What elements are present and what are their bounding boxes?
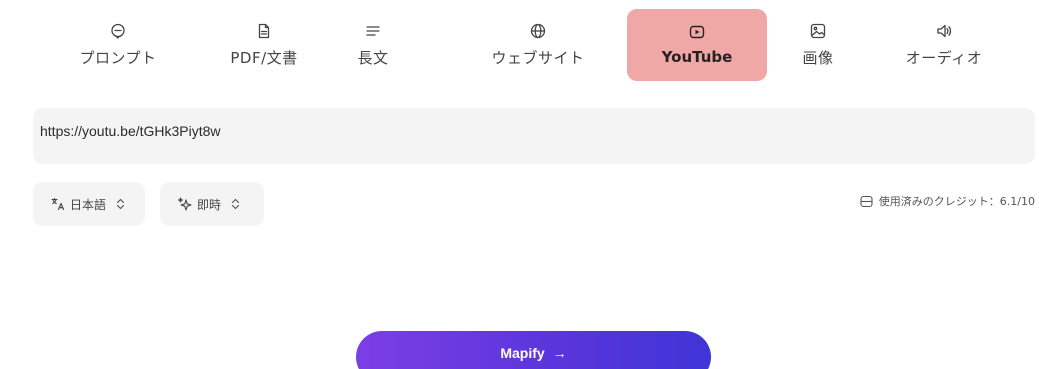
mapify-input-panel: プロンプト PDF/文書 長文 ウェブサイト YouTube 画像 オーディオ … — [0, 0, 1039, 369]
tab-website-label: ウェブサイト — [491, 48, 585, 67]
tab-website[interactable]: ウェブサイト — [469, 9, 607, 81]
globe-icon — [530, 23, 546, 39]
tab-pdf-label: PDF/文書 — [230, 48, 298, 67]
credits-text: 使用済みのクレジット：6.1/10 — [878, 195, 1035, 208]
chevron-up-down-icon — [231, 198, 240, 210]
mapify-button[interactable]: Mapify → — [356, 331, 711, 369]
message-circle-icon — [110, 23, 126, 39]
credits-used: 使用済みのクレジット：6.1/10 — [860, 193, 1035, 209]
tab-image-label: 画像 — [802, 48, 834, 67]
arrow-right-icon: → — [552, 345, 567, 361]
tab-prompt[interactable]: プロンプト — [54, 9, 182, 81]
tab-youtube[interactable]: YouTube — [627, 9, 767, 81]
coin-stack-icon — [860, 195, 873, 208]
tab-youtube-label: YouTube — [661, 48, 733, 66]
play-icon — [689, 24, 705, 40]
tab-audio[interactable]: オーディオ — [876, 9, 1012, 81]
language-select[interactable]: 日本語 — [33, 182, 145, 226]
mode-select[interactable]: 即時 — [160, 182, 264, 226]
text-lines-icon — [365, 23, 381, 39]
translate-icon — [51, 197, 65, 211]
mode-select-value: 即時 — [197, 197, 222, 212]
tab-prompt-label: プロンプト — [79, 48, 157, 67]
document-icon — [256, 23, 272, 39]
youtube-url-input[interactable] — [33, 108, 1035, 164]
mapify-button-label: Mapify — [500, 345, 545, 361]
tab-audio-label: オーディオ — [905, 48, 983, 67]
language-select-value: 日本語 — [70, 197, 107, 212]
chevron-up-down-icon — [116, 198, 125, 210]
speaker-icon — [936, 23, 952, 39]
sparkle-icon — [178, 197, 192, 211]
tab-image[interactable]: 画像 — [778, 9, 858, 81]
tab-pdf[interactable]: PDF/文書 — [200, 9, 328, 81]
source-tabs: プロンプト PDF/文書 長文 ウェブサイト YouTube 画像 オーディオ — [54, 9, 1014, 81]
tab-long-text[interactable]: 長文 — [328, 9, 418, 81]
image-icon — [810, 23, 826, 39]
tab-long-text-label: 長文 — [357, 48, 389, 67]
